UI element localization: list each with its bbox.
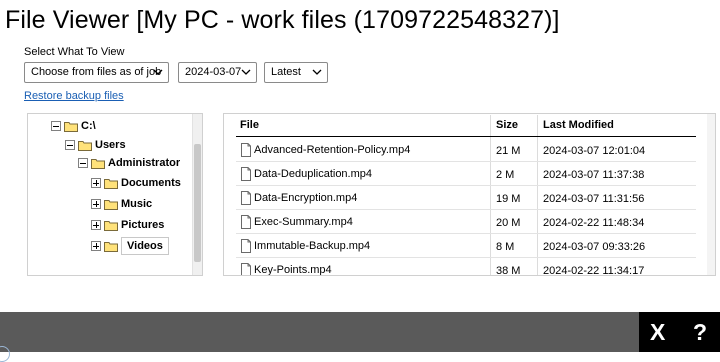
- tree-node-pictures[interactable]: Pictures: [91, 216, 164, 234]
- folder-icon: [78, 140, 92, 151]
- file-icon: [241, 191, 251, 205]
- chevron-down-icon: [312, 69, 322, 75]
- tree-node-root[interactable]: C:\: [51, 117, 96, 135]
- file-name-cell[interactable]: Data-Deduplication.mp4: [240, 167, 372, 181]
- file-icon: [241, 167, 251, 181]
- view-mode-dropdown[interactable]: Choose from files as of job: [24, 62, 169, 83]
- expand-icon[interactable]: [91, 241, 101, 251]
- corner-indicator-icon: [0, 346, 10, 362]
- tree-label-administrator: Administrator: [108, 157, 181, 169]
- tree-node-users[interactable]: Users: [65, 136, 126, 154]
- file-modified: 2024-03-07 12:01:04: [543, 145, 646, 157]
- tree-node-documents[interactable]: Documents: [91, 174, 181, 192]
- chevron-down-icon: [241, 69, 251, 75]
- file-modified: 2024-03-07 09:33:26: [543, 241, 646, 253]
- page-title: File Viewer [My PC - work files (1709722…: [5, 6, 560, 34]
- close-button[interactable]: X: [650, 319, 665, 345]
- tree-label-users: Users: [95, 139, 126, 151]
- tree-scrollbar[interactable]: [192, 114, 202, 275]
- help-button[interactable]: ?: [693, 319, 707, 345]
- file-icon: [241, 239, 251, 253]
- file-name: Advanced-Retention-Policy.mp4: [254, 144, 411, 156]
- file-name-cell[interactable]: Exec-Summary.mp4: [240, 215, 353, 229]
- file-name: Data-Encryption.mp4: [254, 192, 358, 204]
- tree-scrollbar-thumb[interactable]: [194, 144, 201, 262]
- select-view-label: Select What To View: [24, 46, 125, 58]
- tree-label-music: Music: [121, 198, 153, 210]
- folder-icon: [104, 178, 118, 189]
- file-modified: 2024-02-22 11:48:34: [543, 217, 645, 229]
- folder-icon: [104, 241, 118, 252]
- tree-label-videos: Videos: [121, 237, 169, 255]
- file-size: 19 M: [496, 193, 521, 205]
- bottom-bar: X ?: [0, 312, 720, 352]
- folder-icon: [91, 158, 105, 169]
- view-mode-value: Choose from files as of job: [31, 66, 162, 78]
- file-size: 21 M: [496, 145, 521, 157]
- tree-node-videos[interactable]: Videos: [91, 237, 169, 255]
- file-size: 20 M: [496, 217, 521, 229]
- file-list-scrollbar[interactable]: [707, 114, 715, 275]
- file-name-cell[interactable]: Advanced-Retention-Policy.mp4: [240, 143, 410, 157]
- restore-backup-link[interactable]: Restore backup files: [24, 90, 124, 102]
- file-icon: [241, 215, 251, 229]
- date-value: 2024-03-07: [185, 66, 242, 78]
- folder-icon: [104, 220, 118, 231]
- column-header-size[interactable]: Size: [492, 115, 538, 136]
- file-size: 8 M: [496, 241, 515, 253]
- expand-icon[interactable]: [91, 220, 101, 230]
- file-list[interactable]: File Size Last Modified Advanced-Retenti…: [223, 113, 716, 276]
- file-name: Data-Deduplication.mp4: [254, 168, 373, 180]
- file-name: Immutable-Backup.mp4: [254, 240, 371, 252]
- header-divider: [236, 136, 696, 137]
- file-modified: 2024-03-07 11:31:56: [543, 193, 645, 205]
- file-icon: [241, 263, 251, 275]
- folder-icon: [104, 199, 118, 210]
- version-dropdown[interactable]: Latest: [264, 62, 328, 83]
- table-row[interactable]: Data-Encryption.mp4 19 M 2024-03-07 11:31:…: [224, 186, 704, 210]
- file-name: Key-Points.mp4: [254, 264, 332, 276]
- folder-icon: [64, 121, 78, 132]
- file-modified: 2024-03-07 11:37:38: [543, 169, 645, 181]
- expand-icon[interactable]: [91, 178, 101, 188]
- table-row[interactable]: Advanced-Retention-Policy.mp4 21 M 2024-03…: [224, 138, 704, 162]
- date-dropdown[interactable]: 2024-03-07: [178, 62, 257, 83]
- tree-label-documents: Documents: [121, 177, 181, 189]
- chevron-down-icon: [153, 69, 163, 75]
- collapse-icon[interactable]: [65, 140, 75, 150]
- column-header-file[interactable]: File: [236, 115, 490, 136]
- folder-tree[interactable]: C:\ Users Administrator Documents Music …: [27, 113, 203, 276]
- collapse-icon[interactable]: [51, 121, 61, 131]
- file-size: 38 M: [496, 265, 521, 276]
- file-modified: 2024-02-22 11:34:17: [543, 265, 645, 276]
- column-header-modified[interactable]: Last Modified: [539, 115, 689, 136]
- tree-label-pictures: Pictures: [121, 219, 165, 231]
- file-name-cell[interactable]: Immutable-Backup.mp4: [240, 239, 370, 253]
- expand-icon[interactable]: [91, 199, 101, 209]
- table-row[interactable]: Exec-Summary.mp4 20 M 2024-02-22 11:48:34: [224, 210, 704, 234]
- file-size: 2 M: [496, 169, 515, 181]
- table-row[interactable]: Key-Points.mp4 38 M 2024-02-22 11:34:17: [224, 258, 704, 276]
- file-icon: [241, 143, 251, 157]
- file-name-cell[interactable]: Data-Encryption.mp4: [240, 191, 357, 205]
- file-name: Exec-Summary.mp4: [254, 216, 353, 228]
- collapse-icon[interactable]: [78, 158, 88, 168]
- file-name-cell[interactable]: Key-Points.mp4: [240, 263, 332, 276]
- tree-label-root: C:\: [81, 120, 96, 132]
- tree-node-administrator[interactable]: Administrator: [78, 154, 180, 172]
- version-value: Latest: [271, 66, 301, 78]
- table-row[interactable]: Data-Deduplication.mp4 2 M 2024-03-07 11:3…: [224, 162, 704, 186]
- tree-node-music[interactable]: Music: [91, 195, 152, 213]
- bottom-action-area: X ?: [639, 312, 720, 352]
- table-row[interactable]: Immutable-Backup.mp4 8 M 2024-03-07 09:33:…: [224, 234, 704, 258]
